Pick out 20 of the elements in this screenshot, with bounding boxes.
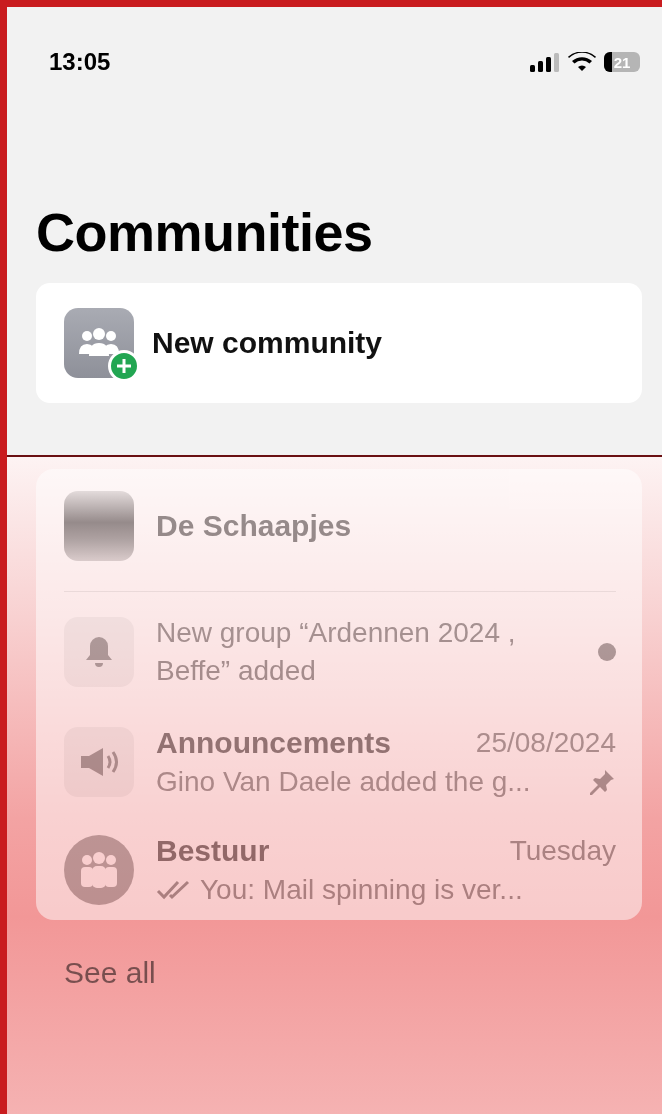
notice-text: New group “Ardennen 2024 , Beffe” added (156, 616, 517, 688)
community-name: De Schaapjes (156, 509, 352, 543)
chat-row[interactable]: Announcements 25/08/2024 Gino Van Daele added the g... (64, 704, 616, 812)
chat-name: Announcements (156, 726, 392, 760)
chat-time: 25/08/2024 (475, 727, 616, 759)
bell-icon (84, 635, 114, 669)
see-all-link[interactable]: See all (64, 956, 156, 990)
new-community-button[interactable]: New community (36, 283, 642, 403)
chat-name: Bestuur (156, 834, 270, 868)
chat-preview: You: Mail spinning is ver... (200, 874, 523, 906)
chat-preview: Gino Van Daele added the g... (156, 766, 531, 798)
chat-row[interactable]: Bestuur Tuesday You: Mail spinning is ver... (64, 812, 616, 920)
wifi-icon (568, 52, 596, 72)
photo-placeholder (64, 491, 134, 561)
status-time: 13:05 (49, 48, 111, 76)
signal-icon (530, 52, 560, 72)
notice-row[interactable]: New group “Ardennen 2024 , Beffe” added (64, 592, 616, 704)
battery-icon: 21 (604, 52, 640, 72)
chat-time: Tuesday (509, 835, 616, 867)
page-title: Communities (36, 201, 374, 263)
